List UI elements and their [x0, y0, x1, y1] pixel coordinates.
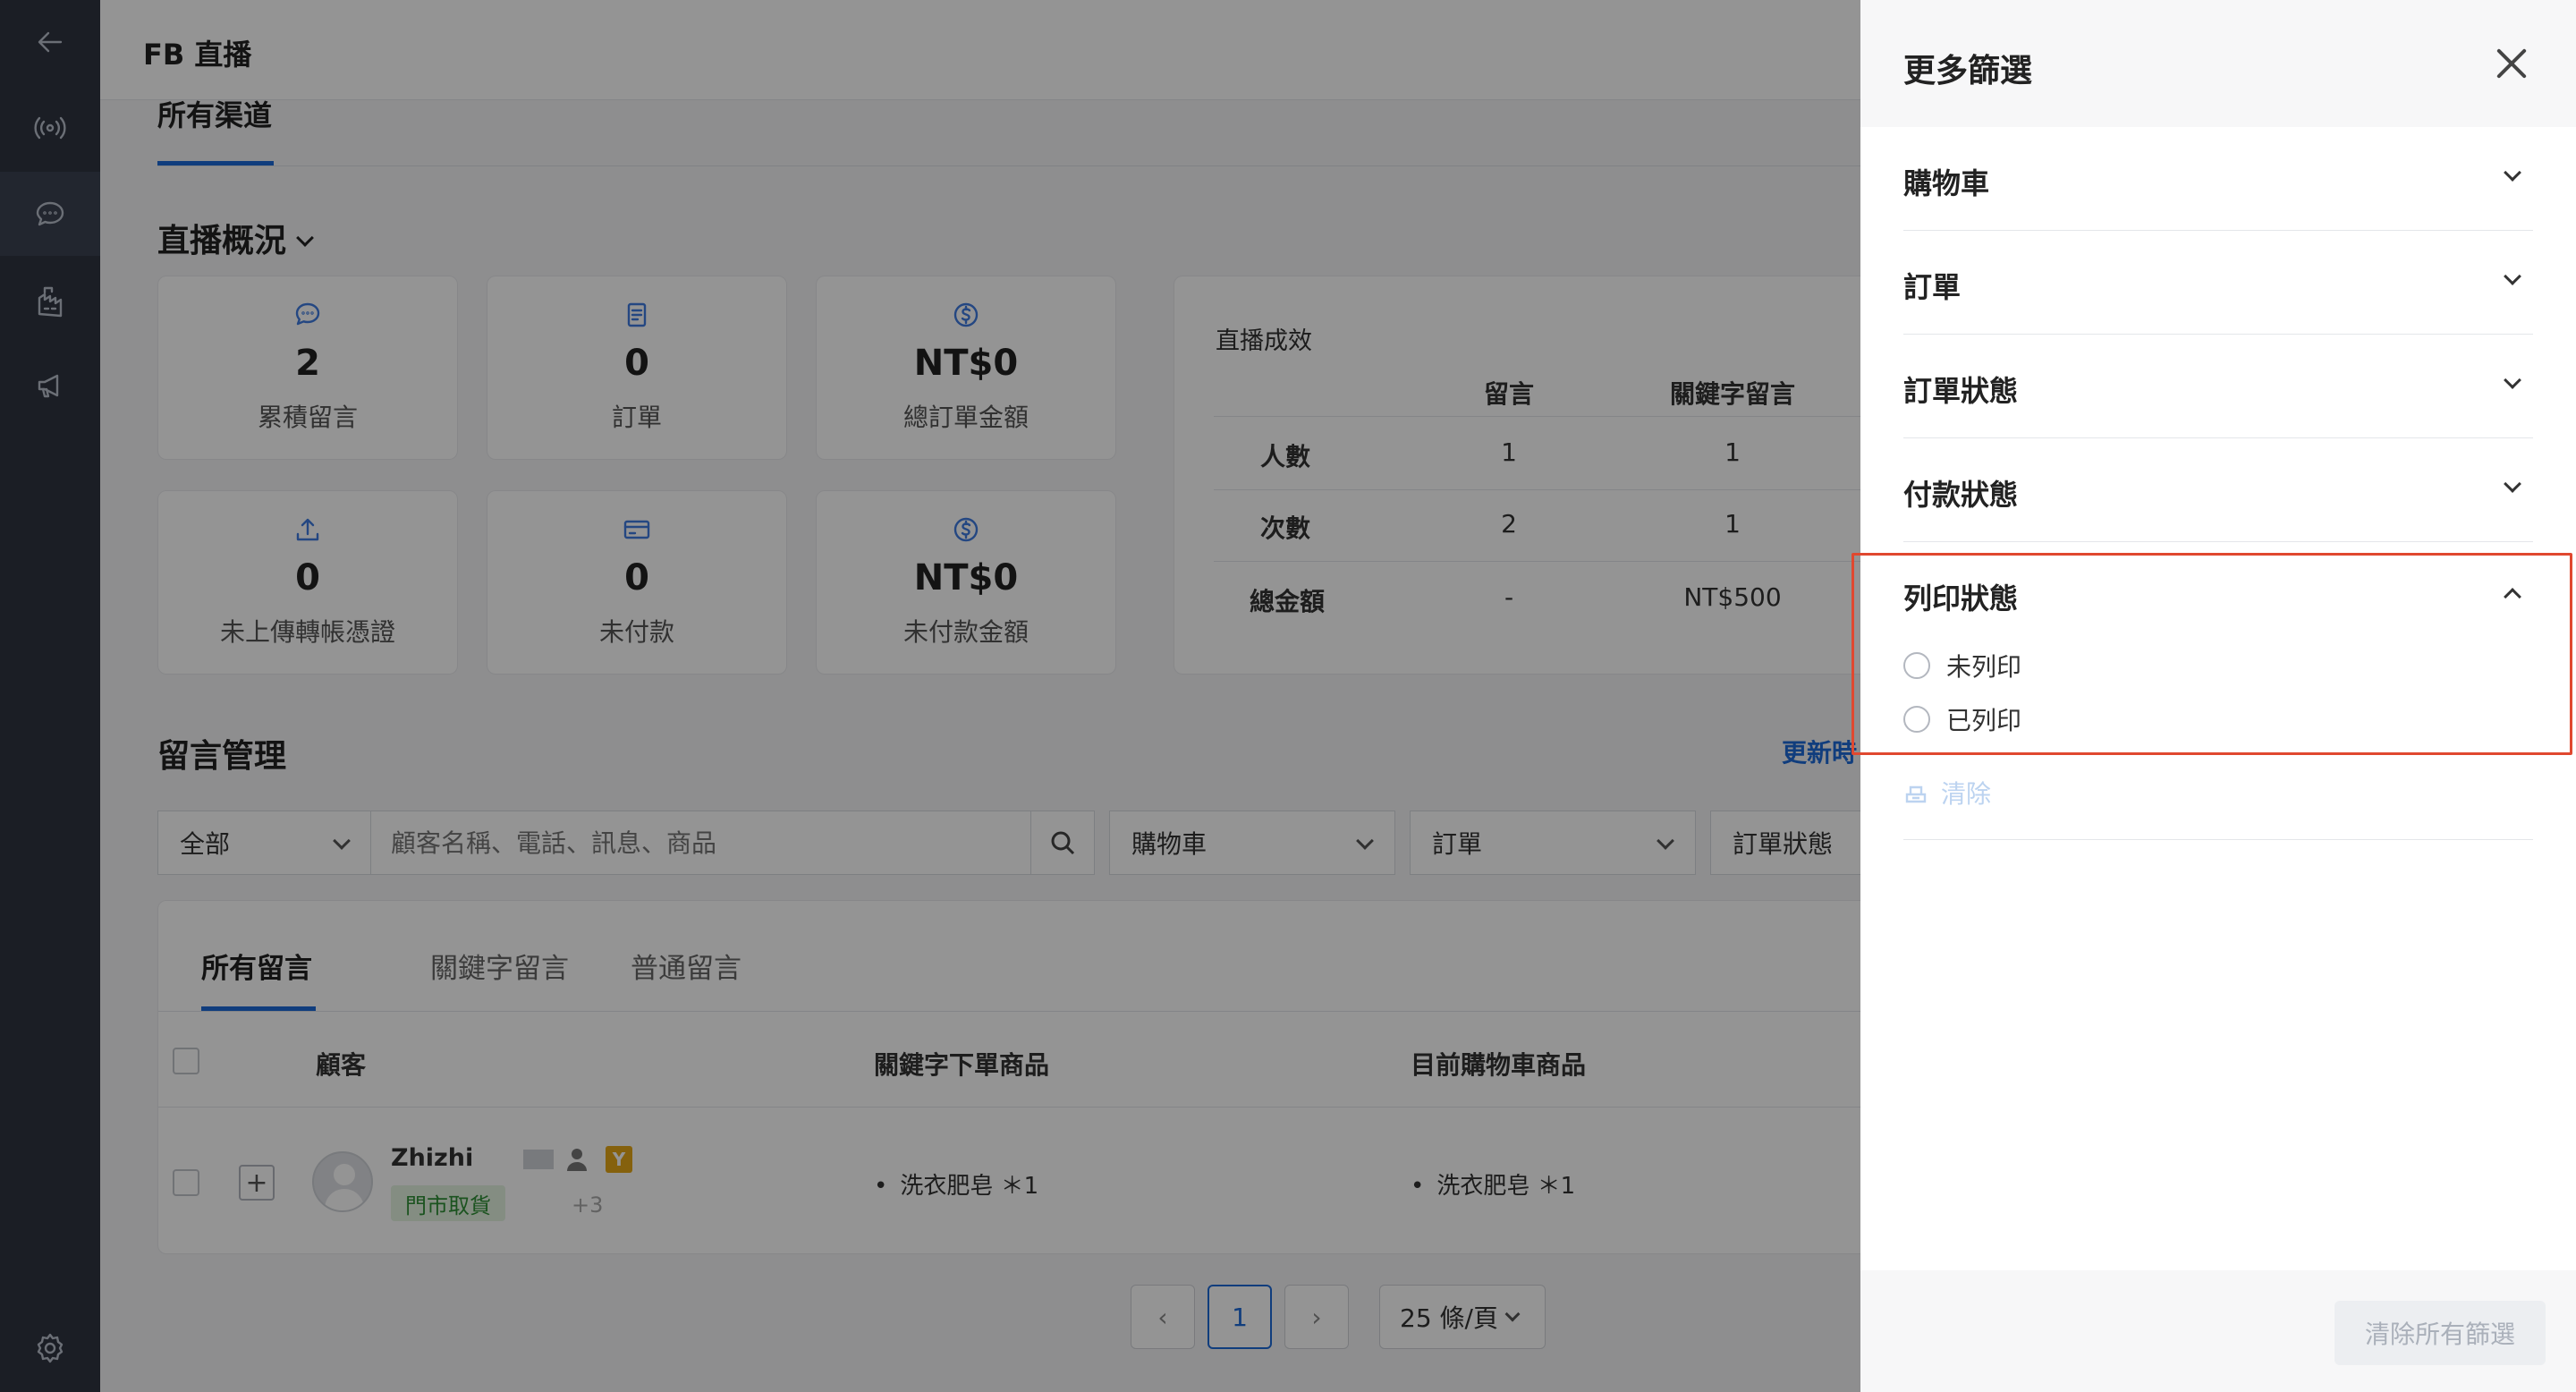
clear-section-button[interactable]: 清除: [1903, 775, 1991, 811]
eraser-icon: [1905, 785, 1927, 803]
section-label: 訂單: [1903, 270, 1962, 304]
highlight-box: [1852, 553, 2572, 755]
drawer-title: 更多篩選: [1903, 53, 2033, 89]
drawer-footer: 清除所有篩選: [1860, 1270, 2576, 1392]
clear-all-filters-button[interactable]: 清除所有篩選: [2334, 1301, 2546, 1365]
chevron-down-icon: [2504, 475, 2521, 493]
close-icon[interactable]: [2488, 41, 2533, 86]
chevron-down-icon: [2504, 164, 2521, 182]
filter-section-payment-status[interactable]: 付款狀態: [1903, 438, 2533, 542]
filter-section-cart[interactable]: 購物車: [1903, 127, 2533, 231]
filter-section-order-status[interactable]: 訂單狀態: [1903, 335, 2533, 438]
section-label: 訂單狀態: [1903, 374, 2019, 408]
drawer-header: 更多篩選: [1860, 0, 2576, 127]
chevron-down-icon: [2504, 267, 2521, 285]
chevron-down-icon: [2504, 371, 2521, 389]
filter-section-order[interactable]: 訂單: [1903, 231, 2533, 335]
section-label: 付款狀態: [1903, 478, 2019, 512]
divider: [1903, 839, 2533, 840]
modal-backdrop[interactable]: [0, 0, 1860, 1392]
clear-label: 清除: [1941, 779, 1992, 809]
section-label: 購物車: [1903, 166, 1990, 200]
